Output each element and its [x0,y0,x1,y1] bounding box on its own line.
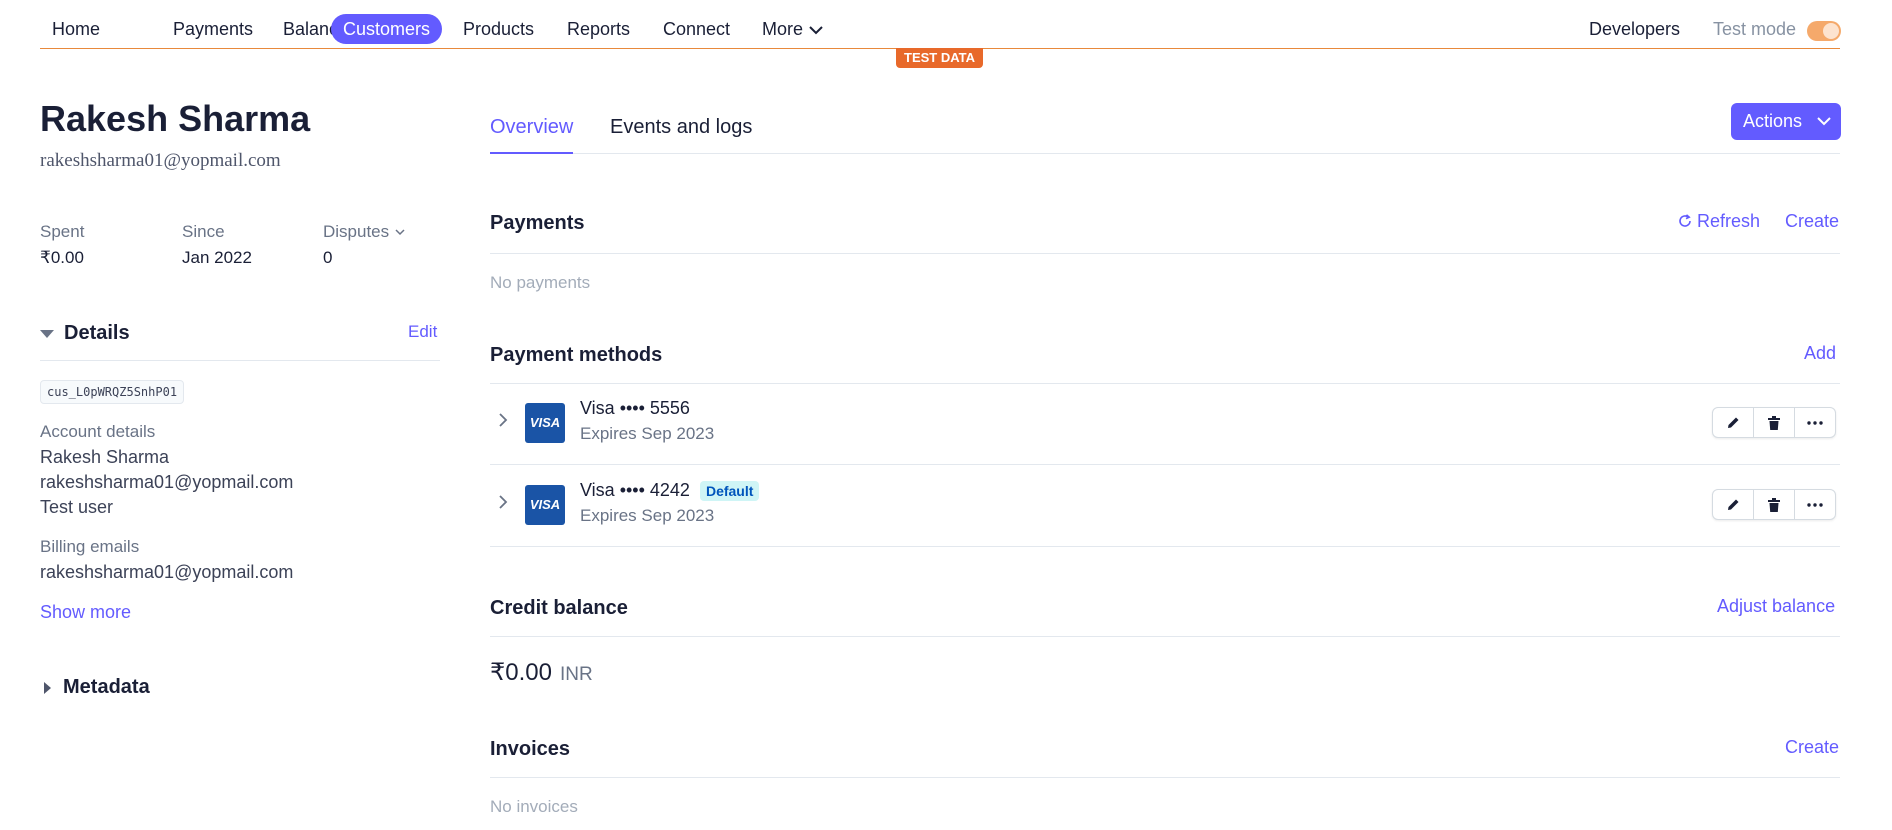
add-payment-method-link[interactable]: Add [1804,343,1836,364]
stat-spent-label: Spent [40,222,85,241]
invoices-empty-state: No invoices [490,797,578,816]
edit-card-button[interactable] [1713,408,1753,437]
card-brand-last4: Visa •••• 4242 Default [580,480,760,502]
stat-since-label: Since [182,222,225,241]
card-expiry: Expires Sep 2023 [580,506,715,525]
nav-more[interactable]: More [750,14,835,44]
customer-id-badge[interactable]: cus_L0pWRQZ5SnhP01 [40,380,185,404]
top-navigation: Home Payments Balances Customers Product… [40,8,1841,48]
invoices-title: Invoices [490,738,571,760]
account-name: Rakesh Sharma [40,447,170,467]
payments-divider [490,253,1840,254]
caret-down-icon [40,329,54,338]
toggle-knob [1823,23,1839,39]
stat-spent: Spent ₹0.00 [40,222,84,268]
card-action-buttons [1712,407,1836,438]
account-email: rakeshsharma01@yopmail.com [40,472,294,492]
trash-icon [1768,415,1780,430]
card-expiry: Expires Sep 2023 [580,424,715,443]
default-badge: Default [699,481,760,502]
test-data-badge: TEST DATA [896,48,984,68]
chevron-down-icon [1817,117,1831,126]
nav-connect[interactable]: Connect [651,14,742,44]
chevron-right-icon[interactable] [498,412,508,428]
tab-overview[interactable]: Overview [490,112,574,154]
actions-button[interactable]: Actions [1731,103,1841,140]
billing-emails-label: Billing emails [40,537,140,556]
developers-link[interactable]: Developers [1589,14,1680,44]
refresh-payments-button[interactable]: Refresh [1677,211,1760,232]
delete-card-button[interactable] [1753,408,1794,437]
test-mode-label: Test mode [1713,19,1797,39]
stat-since: Since Jan 2022 [182,222,252,268]
payments-title: Payments [490,212,585,234]
billing-email: rakeshsharma01@yopmail.com [40,562,294,582]
more-card-options-button[interactable] [1794,408,1835,437]
refresh-label: Refresh [1697,211,1761,231]
credit-amount-value: ₹0.00 [490,659,552,686]
payment-method-row[interactable]: VISA Visa •••• 5556 Expires Sep 2023 [490,382,1840,464]
details-divider [40,360,440,361]
caret-right-icon [44,681,51,694]
ellipsis-icon [1807,502,1823,507]
metadata-toggle[interactable]: Metadata [40,676,150,699]
pencil-icon [1728,499,1739,510]
account-description: Test user [40,497,114,517]
ellipsis-icon [1807,420,1823,425]
stat-disputes-label: Disputes [323,222,405,242]
delete-card-button[interactable] [1753,490,1794,519]
visa-card-icon: VISA [525,485,565,525]
credit-currency: INR [559,664,593,685]
create-payment-link[interactable]: Create [1785,211,1839,232]
chevron-right-icon[interactable] [498,494,508,510]
tab-events-logs[interactable]: Events and logs [610,112,752,154]
card-action-buttons [1712,489,1836,520]
show-more-link[interactable]: Show more [40,602,131,623]
payment-method-row[interactable]: VISA Visa •••• 4242 Default Expires Sep 2… [490,464,1840,546]
details-edit-link[interactable]: Edit [408,322,437,342]
credit-balance-title: Credit balance [490,597,628,619]
edit-card-button[interactable] [1713,490,1753,519]
stat-since-value: Jan 2022 [182,248,252,267]
payments-empty-state: No payments [490,273,591,292]
actions-label: Actions [1743,111,1803,131]
customer-name: Rakesh Sharma [40,98,311,139]
chevron-down-icon [395,229,405,236]
customer-tabs: Overview Events and logs [490,112,1840,154]
stat-spent-value: ₹0.00 [40,248,84,267]
nav-home[interactable]: Home [40,14,112,44]
credit-balance-amount: ₹0.00 INR [490,658,593,687]
account-details-label: Account details [40,422,156,441]
nav-payments[interactable]: Payments [161,14,265,44]
nav-customers[interactable]: Customers [331,14,443,44]
visa-card-icon: VISA [525,403,565,443]
pencil-icon [1728,417,1739,428]
metadata-title: Metadata [63,676,150,698]
nav-reports[interactable]: Reports [555,14,642,44]
chevron-down-icon [809,26,823,35]
customer-email: rakeshsharma01@yopmail.com [40,150,281,171]
create-invoice-link[interactable]: Create [1785,737,1839,758]
payment-methods-title: Payment methods [490,344,663,366]
adjust-balance-link[interactable]: Adjust balance [1717,596,1835,617]
nav-products[interactable]: Products [451,14,546,44]
card-brand-last4: Visa •••• 5556 [580,398,690,418]
invoices-divider [490,777,1840,778]
stat-disputes[interactable]: Disputes 0 [323,222,405,268]
trash-icon [1768,497,1780,512]
refresh-icon [1679,214,1691,227]
card-brand-text: Visa •••• 4242 [580,480,690,500]
nav-more-label: More [762,19,804,39]
test-mode-toggle[interactable] [1807,21,1841,41]
details-title: Details [64,322,130,344]
more-card-options-button[interactable] [1794,490,1835,519]
stat-disputes-label-text: Disputes [323,222,390,241]
details-toggle[interactable]: Details [40,322,130,345]
stat-disputes-value: 0 [323,248,333,267]
credit-balance-divider [490,636,1840,637]
payment-methods-bottom-divider [490,546,1840,547]
